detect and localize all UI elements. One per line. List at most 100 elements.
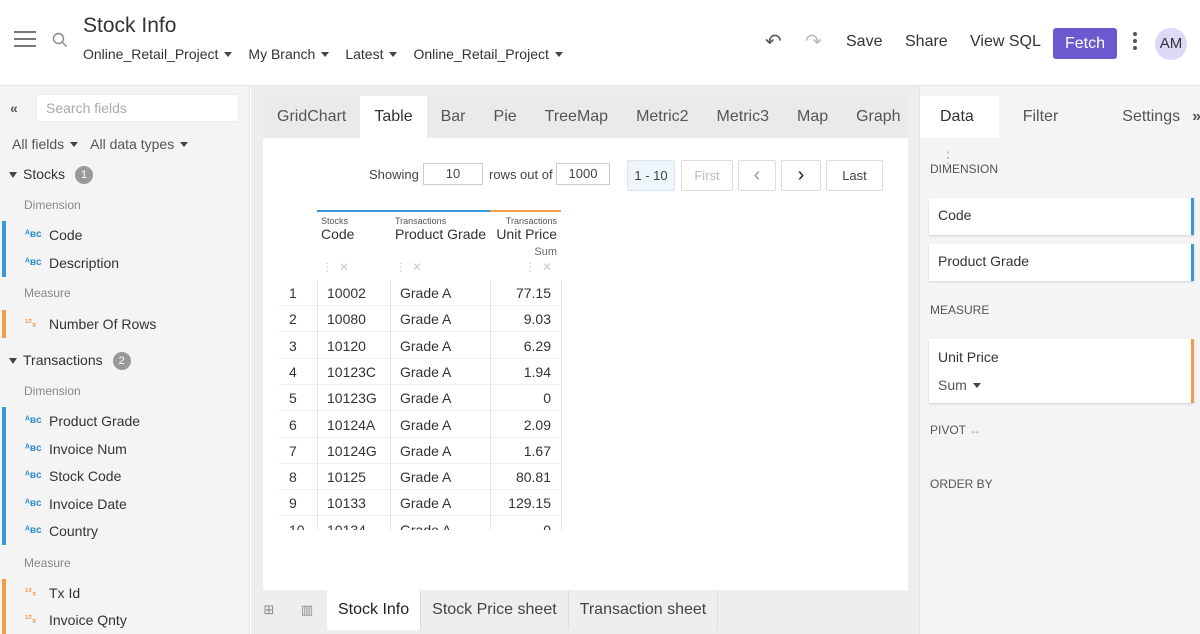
last-page-button[interactable]: Last [826, 160, 883, 191]
field-product-grade[interactable]: ᴬʙᴄ Product Grade [0, 407, 250, 435]
sheet-tab-transaction[interactable]: Transaction sheet [568, 590, 719, 630]
tab-label: Data [940, 108, 974, 125]
tab-filter[interactable]: Filter [999, 96, 1083, 138]
group-stocks[interactable]: Stocks 1 [0, 166, 250, 185]
save-button[interactable]: Save [846, 33, 882, 51]
page-range-button[interactable]: 1 - 10 [627, 160, 675, 191]
first-page-button[interactable]: First [681, 160, 733, 191]
measure-card-unit-price[interactable]: Unit Price Sum [929, 339, 1194, 403]
table-row: 3 10120 Grade A 6.29 [279, 333, 563, 359]
redo-icon[interactable]: ↷ [805, 29, 822, 54]
tab-bar[interactable]: Bar [427, 96, 480, 138]
aggregation-select[interactable]: Sum [938, 377, 981, 393]
menu-icon[interactable] [14, 30, 36, 48]
remove-column-icon[interactable]: ✕ [542, 260, 552, 274]
tab-pie[interactable]: Pie [480, 96, 531, 138]
tab-table[interactable]: Table [360, 96, 427, 138]
prev-page-button[interactable]: ‹ [738, 160, 776, 191]
sheet-tab-stock-info[interactable]: Stock Info [327, 590, 422, 630]
field-stock-code[interactable]: ᴬʙᴄ Stock Code [0, 462, 250, 490]
tab-data[interactable]: Data ⋮ [920, 96, 999, 167]
pagination: Showing 10 rows out of 1000 1 - 10 First… [263, 160, 908, 191]
column-header-unit-price[interactable]: Transactions Unit Price Sum ⋮ ✕ [490, 210, 561, 280]
add-chart-icon[interactable]: ▥ [287, 590, 327, 630]
tab-metric3[interactable]: Metric3 [703, 96, 783, 138]
row-number: 6 [289, 416, 297, 433]
dataset-select[interactable]: Online_Retail_Project [413, 46, 563, 62]
all-fields-select[interactable]: All fields [12, 136, 79, 152]
view-sql-button[interactable]: View SQL [970, 33, 1041, 51]
field-label: Invoice Qnty [49, 612, 127, 628]
tab-map[interactable]: Map [783, 96, 842, 138]
branch-select[interactable]: My Branch [248, 46, 330, 62]
field-label: Code [49, 227, 83, 243]
drag-icon[interactable]: ⋮ [524, 260, 536, 274]
data-table: Stocks Code ⋮ ✕ Transactions Product Gra… [279, 208, 563, 530]
drag-icon[interactable]: ⋮ [321, 260, 333, 274]
field-country[interactable]: ᴬʙᴄ Country [0, 517, 250, 545]
table-row: 2 10080 Grade A 9.03 [279, 306, 563, 333]
field-description[interactable]: ᴬʙᴄ Description [0, 249, 250, 277]
field-label: Product Grade [49, 413, 141, 429]
project-select[interactable]: Online_Retail_Project [83, 46, 233, 62]
tab-treemap[interactable]: TreeMap [531, 96, 622, 138]
more-options-icon[interactable] [1133, 32, 1137, 52]
field-number-of-rows[interactable]: ¹²₃ Number Of Rows [0, 310, 250, 338]
next-page-button[interactable]: › [781, 160, 821, 191]
row-number: 9 [289, 495, 297, 512]
table-cell: 80.81 [515, 469, 551, 486]
group-transactions[interactable]: Transactions 2 [0, 352, 250, 371]
field-label: Invoice Num [49, 441, 127, 457]
table-cell: 129.15 [508, 495, 551, 512]
undo-icon[interactable]: ↶ [765, 29, 782, 54]
dimension-heading: Dimension [24, 198, 81, 212]
field-search-input[interactable]: Search fields [36, 94, 239, 122]
search-icon[interactable] [52, 32, 68, 48]
share-button[interactable]: Share [905, 33, 948, 51]
column-name: Unit Price [496, 226, 557, 242]
breadcrumb: Online_Retail_Project My Branch Latest O… [83, 46, 579, 62]
table-cell: Grade A [400, 363, 452, 380]
avatar[interactable]: AM [1155, 28, 1187, 60]
dimension-marker [390, 210, 490, 212]
drag-icon[interactable]: ⋮ [395, 260, 407, 274]
dimension-card-product-grade[interactable]: Product Grade [929, 244, 1194, 281]
remove-column-icon[interactable]: ✕ [412, 260, 422, 274]
column-header-code[interactable]: Stocks Code ⋮ ✕ [317, 210, 390, 280]
field-invoice-date[interactable]: ᴬʙᴄ Invoice Date [0, 490, 250, 518]
fetch-button[interactable]: Fetch [1053, 28, 1117, 59]
field-tx-id[interactable]: ¹²₃ Tx Id [0, 579, 250, 607]
tab-gridchart[interactable]: GridChart [263, 96, 360, 138]
expand-panel-icon[interactable]: » [1188, 96, 1200, 138]
all-fields-label: All fields [12, 136, 65, 152]
column-name: Product Grade [395, 226, 487, 242]
tab-settings[interactable]: Settings [1082, 96, 1188, 138]
table-cell: 10123G [327, 390, 377, 407]
tab-metric2[interactable]: Metric2 [622, 96, 702, 138]
version-select[interactable]: Latest [345, 46, 398, 62]
table-cell: 1.94 [523, 363, 551, 380]
row-number: 2 [289, 311, 297, 328]
swap-icon[interactable]: ↔ [969, 423, 981, 437]
field-code[interactable]: ᴬʙᴄ Code [0, 221, 250, 249]
branch-label: My Branch [248, 46, 316, 62]
all-types-select[interactable]: All data types [90, 136, 189, 152]
sheet-tab-stock-price[interactable]: Stock Price sheet [421, 590, 569, 630]
table-cell: 2.09 [523, 416, 551, 433]
tab-graph[interactable]: Graph [842, 96, 914, 138]
remove-column-icon[interactable]: ✕ [339, 260, 349, 274]
field-invoice-qnty[interactable]: ¹²₃ Invoice Qnty [0, 606, 250, 634]
text-type-icon: ᴬʙᴄ [25, 229, 42, 240]
collapse-panel-icon[interactable]: « [10, 100, 18, 116]
column-header-product-grade[interactable]: Transactions Product Grade ⋮ ✕ [390, 210, 490, 280]
grid-view-icon[interactable]: ⊞ [251, 590, 287, 630]
rows-per-page-input[interactable]: 10 [423, 163, 483, 185]
dimension-marker [2, 221, 6, 249]
row-number: 7 [289, 442, 297, 459]
table-cell: Grade A [400, 337, 452, 354]
field-invoice-num[interactable]: ᴬʙᴄ Invoice Num [0, 435, 250, 463]
table-cell: 10124A [327, 416, 376, 433]
config-tabs: Data ⋮ Filter Settings » [920, 96, 1200, 167]
dimension-card-code[interactable]: Code [929, 198, 1194, 235]
dimension-marker [2, 462, 6, 490]
